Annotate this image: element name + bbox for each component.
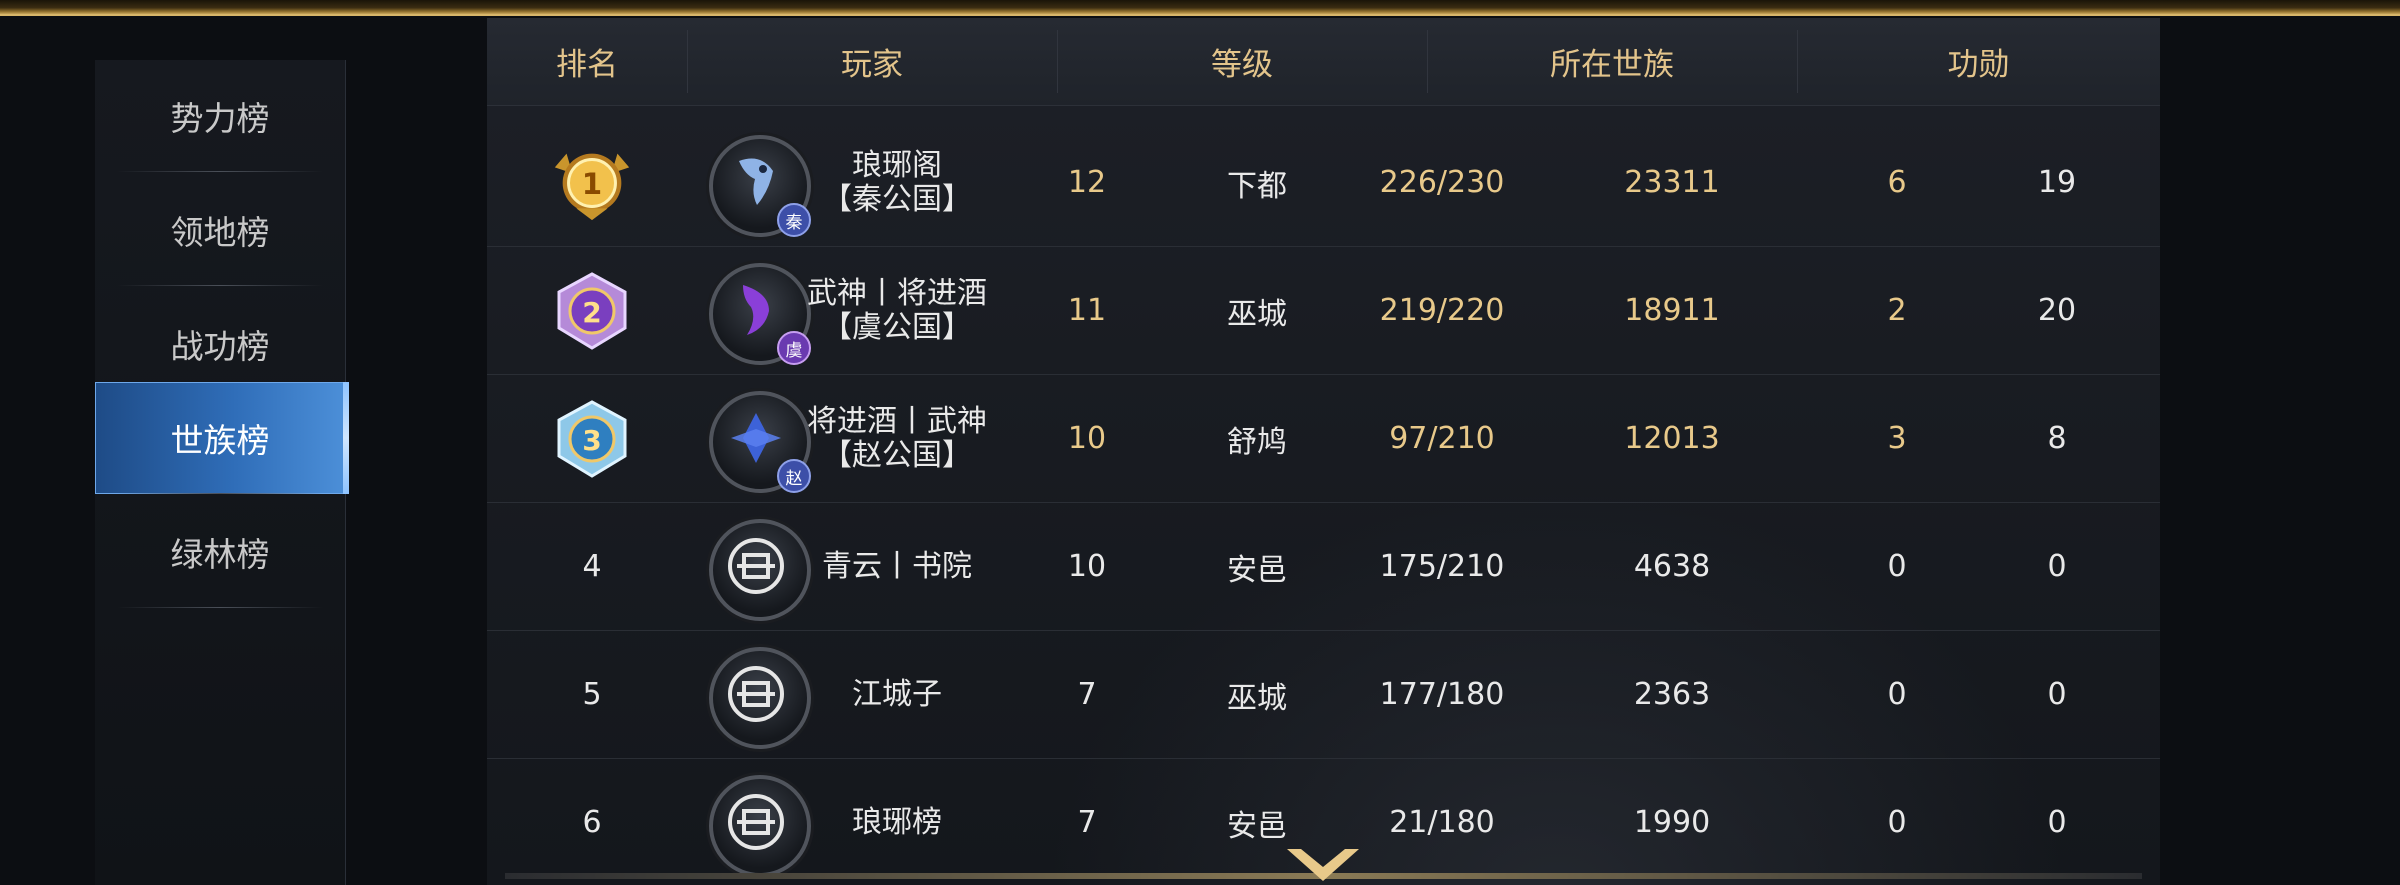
clan-emblem-icon[interactable]: 赵 [709, 391, 811, 493]
members-value: 97/210 [1389, 421, 1495, 456]
clan-score-value: 23311 [1624, 165, 1720, 200]
svg-text:3: 3 [582, 424, 601, 457]
table-row[interactable]: 3 赵 将进酒丨武神 【赵公国】 10 舒鸠 97/210 12013 3 8 [487, 375, 2160, 503]
nation-seal: 秦 [777, 203, 811, 237]
chevron-down-icon[interactable] [1285, 847, 1361, 885]
rank-value: 6 [582, 805, 602, 840]
city-value: 下都 [1227, 168, 1287, 204]
table-row[interactable]: 1 秦 琅琊阁 【秦公国】 12 下都 226/230 23311 6 19 [487, 119, 2160, 247]
members-value: 177/180 [1379, 677, 1505, 712]
sidebar-item-label: 势力榜 [170, 99, 270, 138]
clan-score-value: 4638 [1633, 549, 1711, 584]
members-value: 175/210 [1379, 549, 1505, 584]
top-border [0, 0, 2400, 16]
nation-seal: 虞 [777, 331, 811, 365]
clan-score-value: 12013 [1624, 421, 1720, 456]
members-value: 226/230 [1379, 165, 1505, 200]
player-name[interactable]: 青云丨书院 [807, 503, 987, 630]
level-value: 7 [1077, 805, 1097, 840]
purple-medal-icon: 2 [547, 247, 637, 374]
header-player: 玩家 [841, 47, 903, 83]
nation-seal: 赵 [777, 459, 811, 493]
merit-value: 0 [1887, 677, 1907, 712]
header-clan: 所在世族 [1550, 47, 1674, 83]
merit-value: 0 [1887, 805, 1907, 840]
merit-value-2: 0 [2047, 549, 2067, 584]
clan-emblem-icon[interactable] [709, 647, 811, 749]
blue-medal-icon: 3 [547, 375, 637, 502]
merit-value: 2 [1887, 293, 1907, 328]
player-name[interactable]: 江城子 [807, 631, 987, 758]
svg-text:2: 2 [582, 296, 601, 329]
sidebar-item-label: 领地榜 [170, 213, 270, 252]
sidebar-item-greenwood[interactable]: 绿林榜 [95, 496, 345, 608]
ranking-sidebar: 势力榜 领地榜 战功榜 世族榜 绿林榜 [95, 60, 349, 885]
sidebar-item-label: 绿林榜 [170, 535, 270, 574]
level-value: 12 [1067, 165, 1107, 200]
members-value: 21/180 [1389, 805, 1495, 840]
level-value: 7 [1077, 677, 1097, 712]
merit-value-2: 8 [2047, 421, 2067, 456]
player-name[interactable]: 琅琊阁 【秦公国】 [807, 119, 987, 246]
level-value: 10 [1067, 421, 1107, 456]
sidebar-item-label: 世族榜 [170, 421, 270, 460]
player-name[interactable]: 琅琊榜 [807, 759, 987, 885]
clan-emblem-icon[interactable]: 虞 [709, 263, 811, 365]
sidebar-item-territory[interactable]: 领地榜 [95, 174, 345, 286]
svg-text:1: 1 [582, 166, 602, 200]
merit-value: 6 [1887, 165, 1907, 200]
table-row[interactable]: 4 青云丨书院 10 安邑 175/210 4638 0 0 [487, 503, 2160, 631]
clan-score-value: 1990 [1633, 805, 1711, 840]
merit-value: 3 [1887, 421, 1907, 456]
table-row[interactable]: 5 江城子 7 巫城 177/180 2363 0 0 [487, 631, 2160, 759]
rank-value: 5 [582, 677, 602, 712]
level-value: 10 [1067, 549, 1107, 584]
merit-value-2: 0 [2047, 677, 2067, 712]
header-level: 等级 [1211, 47, 1273, 83]
city-value: 巫城 [1227, 296, 1287, 332]
sidebar-item-power[interactable]: 势力榜 [95, 60, 345, 172]
clan-score-value: 2363 [1633, 677, 1711, 712]
player-name[interactable]: 将进酒丨武神 【赵公国】 [807, 375, 987, 502]
header-merit: 功勋 [1947, 47, 2010, 83]
level-value: 11 [1067, 293, 1107, 328]
gold-medal-icon: 1 [547, 119, 637, 246]
city-value: 舒鸠 [1227, 424, 1287, 460]
player-name[interactable]: 武神丨将进酒 【虞公国】 [807, 247, 987, 374]
header-rank: 排名 [556, 47, 618, 83]
ranking-table: 排名 玩家 等级 所在世族 功勋 1 秦 琅琊阁 【秦公国】 12 下都 226… [487, 18, 2160, 885]
clan-emblem-icon[interactable]: 秦 [709, 135, 811, 237]
members-value: 219/220 [1379, 293, 1505, 328]
merit-value-2: 0 [2047, 805, 2067, 840]
table-header: 排名 玩家 等级 所在世族 功勋 [487, 18, 2160, 106]
merit-value-2: 20 [2037, 293, 2077, 328]
city-value: 安邑 [1227, 552, 1287, 588]
clan-emblem-icon[interactable] [709, 775, 811, 877]
rank-value: 4 [582, 549, 602, 584]
city-value: 巫城 [1227, 680, 1287, 716]
table-row[interactable]: 2 虞 武神丨将进酒 【虞公国】 11 巫城 219/220 18911 2 2… [487, 247, 2160, 375]
sidebar-item-label: 战功榜 [170, 327, 270, 366]
clan-score-value: 18911 [1624, 293, 1720, 328]
sidebar-item-clan[interactable]: 世族榜 [95, 382, 349, 494]
merit-value-2: 19 [2037, 165, 2077, 200]
merit-value: 0 [1887, 549, 1907, 584]
clan-emblem-icon[interactable] [709, 519, 811, 621]
